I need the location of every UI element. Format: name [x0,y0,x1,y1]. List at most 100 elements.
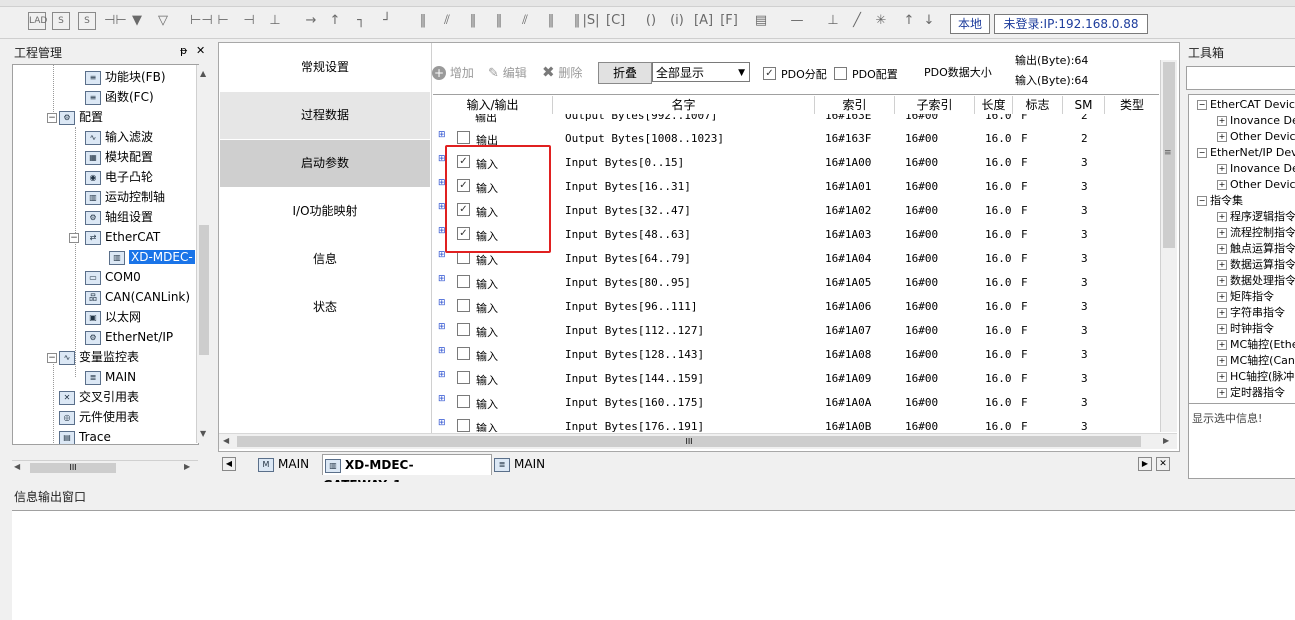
scroll-left-icon[interactable]: ◀ [223,436,229,445]
expand-plus-icon[interactable]: ⊞ [438,395,446,404]
toolbox-item[interactable]: +Other Devices [1217,177,1295,193]
tab-close-icon[interactable]: ✕ [1156,457,1170,471]
hline-del-icon[interactable]: ⊥ [824,12,842,30]
expand-icon[interactable]: + [1217,164,1227,174]
nav-general[interactable]: 常规设置 [220,44,430,91]
toolbox-item[interactable]: + 数据处理指令 [1217,273,1295,289]
col-length-header[interactable]: 长度 [975,96,1013,114]
tree-item-com0[interactable]: ▭ COM0 [85,268,141,286]
table-row[interactable]: ⊞ 输入 Input Bytes[96..111] 16#1A06 16#00 16.0 F… [433,294,1159,318]
toolbox-item[interactable]: +MC轴控(CanO [1217,353,1295,369]
tab-main-2[interactable]: ≣ MAIN [494,454,554,474]
coil-not-icon[interactable]: ⫽ [438,12,456,30]
toolbox-item[interactable]: + 定时器指令 [1217,385,1285,401]
tab-gateway[interactable]: ▥XD-MDEC-GATEWAY_1 [322,454,492,492]
tree-item-cam[interactable]: ◉ 电子凸轮 [85,168,153,186]
expand-icon[interactable]: + [1217,116,1227,126]
expand-plus-icon[interactable]: ⊞ [438,371,446,380]
tab-main-1[interactable]: M MAIN [258,454,318,474]
arrow-down-small-icon[interactable]: ↓ [920,12,938,30]
expand-icon[interactable]: + [1217,308,1227,318]
table-vscrollbar[interactable]: ▲ ≡ [1160,60,1177,432]
toolbox-item[interactable]: +Inovance Dev [1217,161,1295,177]
toolbox-item[interactable]: + 矩阵指令 [1217,289,1274,305]
scroll-up-icon[interactable]: ▲ [200,69,206,78]
func-a-icon[interactable]: [A] [694,12,713,30]
expand-icon[interactable]: + [1217,132,1227,142]
coil-pos-icon[interactable]: ‖ [464,12,482,30]
row-checkbox[interactable] [457,323,470,336]
table-row[interactable]: ⊞ 输入 Input Bytes[144..159] 16#1A09 16#00 16.0… [433,366,1159,390]
pdo-assign-checkbox[interactable]: ✓ [763,67,776,80]
tree-vscrollbar[interactable]: ▲ ▼ [196,65,211,443]
scroll-thumb[interactable] [199,225,209,355]
toolbox-item[interactable]: + MC轴控(Ethe [1217,337,1295,353]
expand-plus-icon[interactable]: ⊞ [438,347,446,356]
table-row[interactable]: ⊞ 输入 Input Bytes[160..175] 16#1A0A 16#00 16.0… [433,390,1159,414]
s-box-alt-icon[interactable]: S [78,12,96,30]
nav-status[interactable]: 状态 [220,284,430,331]
hline-icon[interactable]: — [788,12,806,30]
expand-icon[interactable]: + [1217,276,1227,286]
expand-plus-icon[interactable]: ⊞ [438,251,446,260]
collapse-icon[interactable]: − [47,113,57,123]
set-icon[interactable]: |S| [582,12,600,30]
toolbox-search-input[interactable] [1186,66,1295,90]
pin-icon[interactable]: ᵽ [180,44,187,57]
table-row[interactable]: ⊞ 输入 Input Bytes[80..95] 16#1A05 16#00 16.0 F 3 [433,270,1159,294]
expand-plus-icon[interactable]: ⊞ [438,299,446,308]
add-button[interactable]: + 增加 [432,64,474,81]
nav-info[interactable]: 信息 [220,236,430,283]
branch-down-icon[interactable]: ⊣ [240,12,258,30]
expand-icon[interactable]: + [1217,180,1227,190]
tree-item-axis-group[interactable]: ⚙ 轴组设置 [85,208,153,226]
local-button[interactable]: 本地 [950,14,990,34]
arrow-down-icon[interactable]: ▼ [128,12,146,30]
table-row[interactable]: ⊞ 输入 Input Bytes[128..143] 16#1A08 16#00 16.0… [433,342,1159,366]
cross-line-icon[interactable]: ✳ [872,12,890,30]
expand-icon[interactable]: + [1217,228,1227,238]
tab-next-icon[interactable]: ▶ [1138,457,1152,471]
tree-item-monitor[interactable]: ∿ 变量监控表 [59,348,139,366]
comment-icon[interactable]: ▤ [752,12,770,30]
expand-icon[interactable]: + [1217,340,1227,350]
col-type-header[interactable]: 类型 [1105,96,1159,114]
toolbox-item[interactable]: + 时钟指令 [1217,321,1274,337]
toolbox-item[interactable]: + 流程控制指令 [1217,225,1295,241]
scroll-down-icon[interactable]: ▼ [200,429,206,438]
tree-item-fc[interactable]: ≡ 函数(FC) [85,88,154,106]
coil-out-icon[interactable]: () [642,12,660,30]
tree-item-can[interactable]: 品 CAN(CANLink) [85,288,190,306]
row-checkbox[interactable] [457,347,470,360]
toolbox-item[interactable]: + 数据运算指令 [1217,257,1295,273]
arrow-up-icon[interactable]: ↑ [900,12,918,30]
toolbox-item[interactable]: +Inovance Dev [1217,113,1295,129]
coil-edge-icon[interactable]: ⫽ [516,12,534,30]
expand-plus-icon[interactable]: ⊞ [438,275,446,284]
tree-item-trace[interactable]: ▤ Trace [59,428,111,444]
tree-item-fb[interactable]: ≡ 功能块(FB) [85,68,166,86]
toolbox-item[interactable]: −EtherNet/IP Devic [1197,145,1295,161]
line-up-icon[interactable]: ↑ [326,12,344,30]
connection-status[interactable]: 未登录:IP:192.168.0.88 [994,14,1148,34]
expand-plus-icon[interactable]: ⊞ [438,419,446,428]
diag-line-icon[interactable]: ╱ [848,12,866,30]
table-row[interactable]: ⊞ 输入 Input Bytes[176..191] 16#1A0B 16#00 16.0… [433,414,1159,432]
func-f-icon[interactable]: [F] [720,12,738,30]
col-sm-header[interactable]: SM [1063,96,1105,114]
toolbox-item[interactable]: + 字符串指令 [1217,305,1285,321]
branch-link-icon[interactable]: ⊥ [266,12,284,30]
collapse-icon[interactable]: − [69,233,79,243]
col-index-header[interactable]: 索引 [815,96,895,114]
col-flag-header[interactable]: 标志 [1013,96,1063,114]
nav-process-data[interactable]: 过程数据 [220,92,430,139]
toolbox-item[interactable]: − EtherCAT Devic [1197,97,1295,113]
output-log[interactable] [12,510,1295,620]
delete-button[interactable]: ✖ 删除 [542,63,582,81]
collapse-icon[interactable]: − [1197,148,1207,158]
collapse-icon[interactable]: − [1197,196,1207,206]
coil-set-icon[interactable]: ‖ [542,12,560,30]
tree-hscrollbar[interactable]: ◀ III ▶ [12,460,198,475]
branch-up-icon[interactable]: ⊢ [214,12,232,30]
tree-item-ethernet[interactable]: ▣ 以太网 [85,308,141,326]
